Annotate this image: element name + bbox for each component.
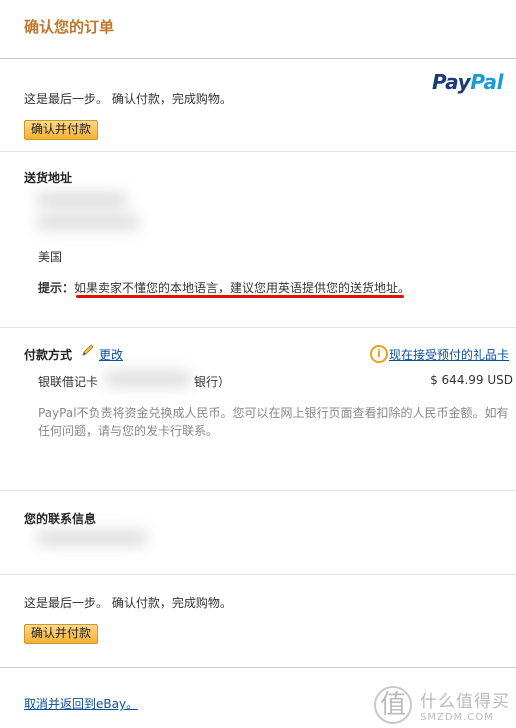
pencil-icon[interactable] [81,343,95,360]
divider [0,327,516,328]
currency-disclaimer: PayPal不负责将资金兑换成人民币。您可以在网上银行页面查看扣除的人民币金额。… [38,406,509,438]
watermark-cn: 什么值得买 [420,692,510,712]
paypal-logo-pay: Pay [432,70,471,94]
watermark-logo-icon: 值 [374,686,413,724]
paypal-logo: PayPal [432,70,504,94]
gift-card-link[interactable]: 现在接受预付的礼品卡 [389,346,509,363]
shipping-tip: 提示：如果卖家不懂您的本地语言，建议您用英语提供您的送货地址。 [38,279,410,296]
payment-heading: 付款方式 [24,348,73,362]
page-title: 确认您的订单 [24,18,115,36]
contact-heading: 您的联系信息 [24,512,97,526]
payment-amount: $ 644.99 USD [430,373,513,387]
divider [0,58,516,59]
shipping-country: 美国 [38,250,63,264]
shipping-heading: 送货地址 [24,171,73,185]
blurred-address-line [36,214,140,230]
edit-payment-link[interactable]: 更改 [99,346,123,363]
card-suffix: 银行） [194,375,231,389]
divider [0,490,516,491]
tip-text: 如果卖家不懂您的本地语言，建议您用英语提供您的送货地址。 [74,281,411,295]
blurred-contact-info [36,530,148,546]
paypal-logo-pal: Pal [470,70,504,94]
watermark-en: SMZDM.COM [420,712,494,723]
smzdm-watermark: 值 什么值得买 SMZDM.COM [374,686,510,724]
divider [0,574,516,575]
red-underline-annotation [76,295,404,298]
last-step-text: 这是最后一步。 确认付款，完成购物。 [24,92,232,106]
card-prefix: 银联借记卡 [38,375,99,389]
blurred-card-number [104,371,192,387]
cancel-return-link[interactable]: 取消并返回到eBay。 [24,695,138,712]
tip-label: 提示： [38,281,75,295]
blurred-address-line [36,192,128,208]
divider [0,667,516,668]
confirm-pay-button[interactable]: 确认并付款 [24,120,99,140]
confirm-pay-button-bottom[interactable]: 确认并付款 [24,624,99,644]
divider [0,151,516,152]
info-icon: i [370,345,388,363]
last-step-text-bottom: 这是最后一步。 确认付款，完成购物。 [24,596,232,610]
